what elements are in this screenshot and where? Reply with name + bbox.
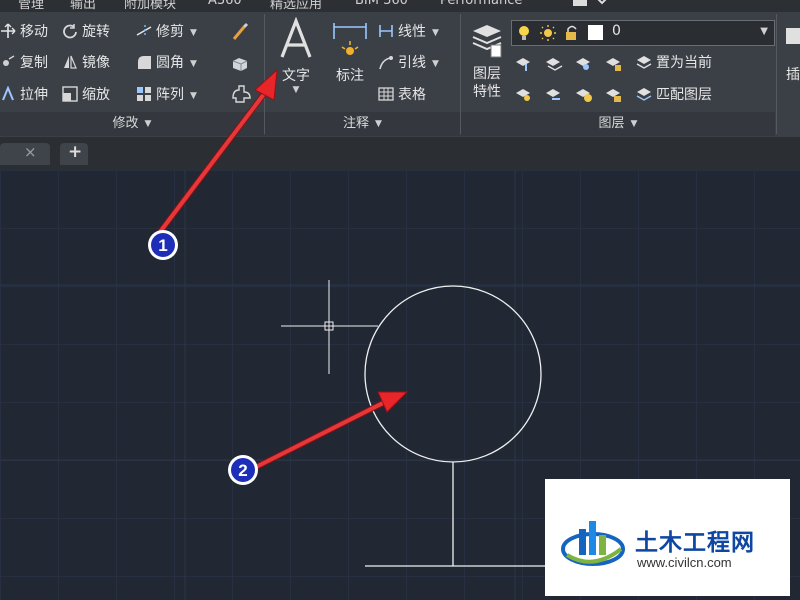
layer-properties-button[interactable]: 图层 特性 bbox=[466, 17, 508, 107]
tab-addins[interactable]: 附加模块 bbox=[124, 0, 176, 12]
array-icon bbox=[137, 87, 151, 101]
tab-bim360[interactable]: BIM 360 bbox=[355, 0, 408, 8]
tab-output[interactable]: 输出 bbox=[70, 0, 96, 12]
new-tab-button[interactable]: + bbox=[60, 142, 88, 165]
document-tab-bar: × + bbox=[0, 137, 800, 170]
tab-a360[interactable]: A360 bbox=[208, 0, 242, 8]
fillet-icon bbox=[138, 56, 151, 69]
ribbon-extra-icon[interactable] bbox=[570, 0, 610, 10]
ribbon-tab-strip: 管理 输出 附加模块 A360 精选应用 BIM 360 Performance bbox=[0, 0, 800, 12]
linear-dropdown-icon[interactable]: ▼ bbox=[432, 22, 439, 44]
text-a-icon bbox=[280, 16, 312, 58]
insert-label[interactable]: 插 bbox=[786, 64, 800, 84]
match-layer-button[interactable]: 匹配图层 bbox=[636, 84, 712, 106]
layers-panel-expand-icon: ▼ bbox=[630, 119, 638, 129]
insert-block-icon[interactable] bbox=[784, 22, 800, 50]
leader-icon bbox=[379, 56, 393, 70]
copy-icon bbox=[3, 55, 15, 66]
move-icon bbox=[1, 23, 16, 38]
stretch-icon bbox=[2, 86, 14, 101]
leader-button[interactable]: 引线 ▼ bbox=[378, 52, 439, 74]
stretch-button[interactable]: 拉伸 bbox=[0, 84, 48, 106]
move-button[interactable]: 移动 bbox=[0, 21, 48, 43]
array-button[interactable]: 阵列 ▼ bbox=[136, 84, 197, 106]
crosshair-cursor bbox=[281, 280, 378, 374]
make-current-icon bbox=[636, 56, 652, 69]
watermark-logo: 土木工程网 www.civilcn.com bbox=[545, 479, 790, 596]
plus-icon: + bbox=[68, 142, 83, 162]
brush-icon[interactable] bbox=[230, 22, 250, 42]
array-dropdown-icon[interactable]: ▼ bbox=[190, 85, 197, 107]
rotate-button[interactable]: 旋转 bbox=[62, 21, 110, 43]
modify-panel-expand-icon: ▼ bbox=[144, 119, 152, 129]
layer-dropdown-arrow-icon: ▼ bbox=[760, 26, 768, 37]
trim-button[interactable]: 修剪 ▼ bbox=[136, 21, 197, 43]
scale-icon bbox=[62, 86, 78, 102]
annotation-panel-title[interactable]: 注释 ▼ bbox=[265, 112, 460, 136]
watermark-title: 土木工程网 bbox=[635, 530, 755, 556]
close-tab-icon[interactable]: × bbox=[24, 143, 37, 161]
table-button[interactable]: 表格 bbox=[378, 84, 426, 106]
make-current-button[interactable]: 置为当前 bbox=[636, 52, 712, 74]
dimension-button[interactable]: 标注 bbox=[328, 17, 372, 97]
mirror-button[interactable]: 镜像 bbox=[62, 52, 110, 74]
tab-manage[interactable]: 管理 bbox=[18, 0, 44, 12]
layer-state-icons bbox=[519, 25, 603, 41]
watermark-url: www.civilcn.com bbox=[637, 555, 732, 570]
linear-dimension-icon bbox=[379, 25, 393, 37]
tab-performance[interactable]: Performance bbox=[440, 0, 522, 8]
text-button[interactable]: 文字 ▼ bbox=[272, 16, 320, 97]
edit-solid-icon[interactable] bbox=[230, 53, 250, 73]
table-icon bbox=[378, 87, 394, 101]
layer-tools-row-2[interactable] bbox=[514, 85, 634, 105]
ribbon: 管理 输出 附加模块 A360 精选应用 BIM 360 Performance… bbox=[0, 0, 800, 137]
fillet-dropdown-icon[interactable]: ▼ bbox=[190, 53, 197, 75]
text-dropdown-icon: ▼ bbox=[292, 85, 300, 95]
scale-button[interactable]: 缩放 bbox=[62, 84, 110, 106]
match-layer-icon bbox=[636, 88, 652, 101]
layer-dropdown[interactable]: 0 ▼ bbox=[511, 20, 775, 46]
panel-divider bbox=[776, 14, 777, 134]
trim-dropdown-icon[interactable]: ▼ bbox=[190, 22, 197, 44]
trim-icon bbox=[136, 25, 152, 37]
document-tab[interactable]: × bbox=[0, 143, 50, 165]
join-icon[interactable] bbox=[230, 84, 252, 104]
dimension-icon bbox=[333, 23, 367, 55]
copy-button[interactable]: 复制 bbox=[0, 52, 48, 74]
fillet-button[interactable]: 圆角 ▼ bbox=[136, 52, 197, 74]
current-layer-name: 0 bbox=[612, 23, 621, 39]
layer-tools-row-1[interactable] bbox=[514, 54, 634, 74]
leader-dropdown-icon[interactable]: ▼ bbox=[432, 53, 439, 75]
tab-featured-apps[interactable]: 精选应用 bbox=[270, 0, 322, 12]
modify-panel-title[interactable]: 修改 ▼ bbox=[0, 112, 264, 136]
mirror-icon bbox=[64, 55, 77, 69]
rotate-icon bbox=[63, 24, 77, 39]
linear-dimension-button[interactable]: 线性 ▼ bbox=[378, 21, 439, 43]
annotation-panel-expand-icon: ▼ bbox=[375, 119, 382, 129]
layer-properties-icon bbox=[472, 25, 502, 58]
layers-panel-title[interactable]: 图层 ▼ bbox=[461, 112, 775, 136]
